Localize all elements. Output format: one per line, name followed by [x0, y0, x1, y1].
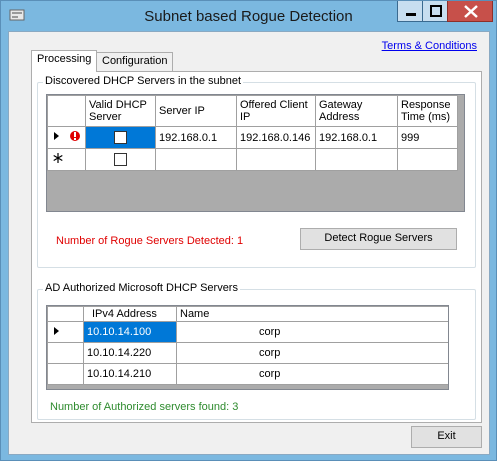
ipv4-cell[interactable]: 10.10.14.210 [83, 363, 177, 385]
new-row-asterisk-icon [53, 153, 63, 163]
terms-link[interactable]: Terms & Conditions [382, 40, 477, 52]
row-header-corner [47, 95, 86, 127]
column-header[interactable]: Offered Client IP [236, 95, 316, 127]
table-row[interactable]: 192.168.0.1 192.168.0.146 192.168.0.1 99… [47, 126, 458, 149]
empty-cell[interactable] [236, 148, 316, 171]
client-area: Terms & Conditions Processing Configurat… [8, 31, 490, 455]
current-row-arrow-icon [54, 326, 59, 335]
table-row[interactable]: 10.10.14.100 corp [47, 321, 448, 343]
valid-dhcp-checkbox[interactable] [114, 153, 127, 166]
column-header[interactable]: Response Time (ms) [397, 95, 458, 127]
rogue-count-text: Number of Rogue Servers Detected: 1 [56, 235, 244, 247]
column-header[interactable]: Server IP [155, 95, 237, 127]
current-row-arrow-icon [54, 131, 80, 141]
column-header[interactable]: IPv4 Address [83, 306, 177, 322]
row-header[interactable] [47, 342, 84, 364]
name-cell[interactable]: corp [176, 342, 448, 364]
empty-cell[interactable] [315, 148, 398, 171]
close-button[interactable] [447, 1, 493, 22]
new-row[interactable] [47, 148, 458, 171]
server-ip-cell[interactable]: 192.168.0.1 [155, 126, 237, 149]
empty-cell[interactable] [397, 148, 458, 171]
row-header[interactable] [47, 148, 86, 171]
table-row[interactable]: 10.10.14.220 corp [47, 342, 448, 364]
tab-configuration[interactable]: Configuration [96, 52, 174, 71]
offered-ip-cell[interactable]: 192.168.0.146 [236, 126, 316, 149]
authorized-count-text: Number of Authorized servers found: 3 [50, 401, 239, 413]
valid-dhcp-checkbox-cell[interactable] [85, 148, 156, 171]
column-header[interactable]: Gateway Address [315, 95, 398, 127]
discovered-group-title: Discovered DHCP Servers in the subnet [43, 75, 244, 87]
name-cell[interactable]: corp [176, 321, 448, 343]
minimize-icon [406, 13, 416, 16]
response-time-cell[interactable]: 999 [397, 126, 458, 149]
ipv4-cell[interactable]: 10.10.14.220 [83, 342, 177, 364]
minimize-button[interactable] [397, 1, 423, 22]
exit-button[interactable]: Exit [411, 426, 482, 448]
detect-rogue-servers-button[interactable]: Detect Rogue Servers [300, 228, 457, 250]
authorized-grid[interactable]: IPv4 Address Name 10.10.14.100 corp 10.1… [46, 305, 449, 390]
row-header[interactable] [47, 321, 84, 343]
table-row[interactable]: 10.10.14.210 corp [47, 363, 448, 385]
processing-tab-page: Discovered DHCP Servers in the subnet Va… [31, 71, 482, 423]
column-header[interactable]: Valid DHCP Server [85, 95, 156, 127]
authorized-group-title: AD Authorized Microsoft DHCP Servers [43, 282, 240, 294]
ipv4-cell[interactable]: 10.10.14.100 [83, 321, 177, 343]
column-header[interactable]: Name [176, 306, 448, 322]
discovered-grid[interactable]: Valid DHCP Server Server IP Offered Clie… [46, 94, 465, 212]
row-header[interactable] [47, 363, 84, 385]
discovered-header-row: Valid DHCP Server Server IP Offered Clie… [47, 95, 458, 127]
empty-cell[interactable] [155, 148, 237, 171]
row-header[interactable] [47, 126, 86, 149]
row-header-corner [47, 306, 84, 322]
name-cell[interactable]: corp [176, 363, 448, 385]
valid-dhcp-checkbox-cell[interactable] [85, 126, 156, 149]
authorized-header-row: IPv4 Address Name [47, 306, 448, 322]
app-window: Subnet based Rogue Detection Terms & Con… [0, 0, 497, 461]
title-bar[interactable]: Subnet based Rogue Detection [1, 1, 496, 31]
discovered-group: Discovered DHCP Servers in the subnet Va… [37, 75, 476, 268]
maximize-icon [430, 5, 442, 17]
authorized-group: AD Authorized Microsoft DHCP Servers IPv… [37, 282, 476, 420]
close-icon [464, 5, 478, 18]
tab-processing[interactable]: Processing [31, 50, 98, 72]
gateway-cell[interactable]: 192.168.0.1 [315, 126, 398, 149]
valid-dhcp-checkbox[interactable] [114, 131, 127, 144]
maximize-button[interactable] [422, 1, 448, 22]
